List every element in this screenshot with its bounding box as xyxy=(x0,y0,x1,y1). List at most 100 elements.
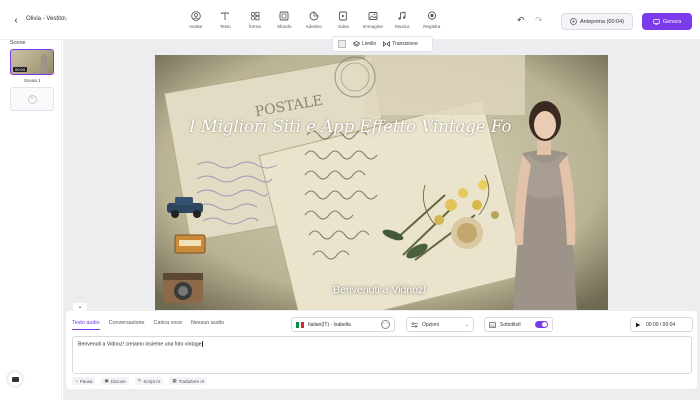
transition-label: Transizione xyxy=(392,41,418,47)
diction-label: Dizione xyxy=(110,378,126,384)
chevron-down-icon: ⌄ xyxy=(464,321,469,328)
undo-icon[interactable]: ↶ xyxy=(517,15,525,26)
layer-button[interactable]: Livello xyxy=(353,41,376,47)
scenes-title: Scene xyxy=(10,40,26,46)
text-cursor xyxy=(201,341,203,347)
tool-label: Testo xyxy=(219,24,231,29)
options-dropdown[interactable]: Opzioni ⌄ xyxy=(406,317,474,332)
play-circle-icon xyxy=(570,18,577,25)
color-swatch[interactable] xyxy=(338,40,346,48)
diction-button[interactable]: ▣ Dizione xyxy=(101,377,129,385)
layer-toolbar: Livello Transizione xyxy=(332,36,433,52)
tool-label: forma xyxy=(248,24,261,29)
subtitles-control: Sottotitoli xyxy=(484,317,553,332)
tool-image[interactable]: Immagine xyxy=(358,10,388,34)
audio-time: 00:00 / 00:04 xyxy=(646,321,676,328)
tab-conversation[interactable]: Conversazione xyxy=(109,320,145,330)
avatar-icon xyxy=(190,10,202,22)
play-icon xyxy=(635,322,641,327)
sliders-icon xyxy=(411,321,418,328)
ai-script-icon: ✎ xyxy=(137,378,142,383)
tool-text[interactable]: Testo xyxy=(211,10,241,34)
scene-thumbnail[interactable]: 00:04 xyxy=(10,49,54,75)
ai-translator-button[interactable]: ▦ Traduttore AI xyxy=(169,377,208,385)
chevron-down-icon: ⌄ xyxy=(77,304,83,310)
sticker-icon xyxy=(308,10,320,22)
tab-no-audio[interactable]: Nessun audio xyxy=(191,320,224,330)
vintage-background: POSTALE xyxy=(155,55,608,310)
ai-script-label: Script AI xyxy=(143,378,161,384)
tool-background[interactable]: Sfondo xyxy=(270,10,300,34)
script-textarea[interactable]: Benvenuti a Vidnoz! creiamo insieme una … xyxy=(72,336,692,374)
options-label: Opzioni xyxy=(422,321,439,328)
layers-icon xyxy=(353,41,360,47)
voice-label: Italian(IT) - Isabella xyxy=(308,321,351,328)
music-icon xyxy=(396,10,408,22)
video-canvas[interactable]: POSTALE I Migliori Siti e App Effetto Vi… xyxy=(155,55,608,310)
collapse-panel-button[interactable]: ⌄ xyxy=(73,303,87,311)
preview-label: Anteprima (00:04) xyxy=(579,18,625,25)
audio-tabs: Testo audio Conversazione Carica voce Ne… xyxy=(72,320,224,330)
audio-panel: Testo audio Conversazione Carica voce Ne… xyxy=(66,311,697,389)
generate-icon xyxy=(653,19,660,25)
tool-label: Immagine xyxy=(362,24,383,29)
tool-sticker[interactable]: Adesivo xyxy=(299,10,329,34)
tool-video[interactable]: Video xyxy=(329,10,359,34)
cassette-sticker xyxy=(174,234,206,254)
video-icon xyxy=(337,10,349,22)
generate-button[interactable]: Genera xyxy=(642,13,692,30)
project-name[interactable]: Olivia - Vestito xyxy=(26,16,64,22)
avatar-thumbnail xyxy=(41,54,47,74)
voice-select[interactable]: Italian(IT) - Isabella ⋯ xyxy=(291,317,395,332)
tool-label: Avatar xyxy=(189,24,203,29)
tool-recording[interactable]: Registra xyxy=(417,10,447,34)
pause-button[interactable]: ◔ Pausa xyxy=(72,377,96,385)
chat-icon[interactable] xyxy=(8,372,22,386)
layer-label: Livello xyxy=(362,41,377,47)
top-bar: ‹ Olivia - Vestito ✎ Avatar Testo forma … xyxy=(0,0,700,40)
tool-avatar[interactable]: Avatar xyxy=(181,10,211,34)
add-icon: + xyxy=(27,94,37,104)
transition-icon xyxy=(383,41,391,47)
shapes-icon xyxy=(249,10,261,22)
tool-label: Video xyxy=(337,24,350,29)
more-icon[interactable]: ⋯ xyxy=(381,320,390,329)
pause-icon: ◔ xyxy=(75,378,78,384)
generate-label: Genera xyxy=(662,18,682,25)
transition-button[interactable]: Transizione xyxy=(383,41,418,47)
translate-icon: ▦ xyxy=(172,378,177,383)
edit-icon[interactable]: ✎ xyxy=(62,15,68,23)
tool-label: Sfondo xyxy=(276,24,292,29)
video-title-overlay[interactable]: I Migliori Siti e App Effetto Vintage Fo xyxy=(189,117,569,136)
chevron-left-icon: ‹ xyxy=(14,14,18,26)
script-text: Benvenuti a Vidnoz! creiamo insieme una … xyxy=(78,341,202,348)
tool-label: Registra xyxy=(423,24,441,29)
subtitles-toggle[interactable] xyxy=(535,321,548,328)
tool-label: Adesivo xyxy=(305,24,322,29)
tab-text-audio[interactable]: Testo audio xyxy=(72,320,100,330)
scene-label: Scena 1 xyxy=(24,78,41,83)
subtitle-overlay[interactable]: Benvenuti a Vidnoz! xyxy=(333,284,426,296)
script-actions: ◔ Pausa ▣ Dizione ✎ Script AI ▦ Traduttore A… xyxy=(72,377,208,385)
subtitles-label: Sottotitoli xyxy=(500,321,521,328)
tool-label: Musica xyxy=(394,24,410,29)
subtitles-icon xyxy=(489,321,496,328)
image-icon xyxy=(367,10,379,22)
preview-button[interactable]: Anteprima (00:04) xyxy=(561,13,633,30)
vintage-camera-sticker xyxy=(163,273,203,303)
ai-translator-label: Traduttore AI xyxy=(178,378,205,384)
add-scene-button[interactable]: + xyxy=(10,87,54,111)
back-button[interactable]: ‹ xyxy=(10,14,22,26)
redo-icon[interactable]: ↷ xyxy=(535,15,543,26)
audio-play-control[interactable]: 00:00 / 00:04 xyxy=(630,317,693,332)
scenes-panel: Scene 00:04 Scena 1 + xyxy=(0,40,62,400)
tool-music[interactable]: Musica xyxy=(388,10,418,34)
toolbar: Avatar Testo forma Sfondo Adesivo Video … xyxy=(181,10,447,34)
tab-upload-voice[interactable]: Carica voce xyxy=(154,320,182,330)
text-icon xyxy=(219,10,231,22)
pause-label: Pausa xyxy=(79,378,93,384)
italy-flag-icon xyxy=(296,321,305,328)
ai-script-button[interactable]: ✎ Script AI xyxy=(134,377,164,385)
scene-duration: 00:04 xyxy=(13,67,28,72)
tool-shapes[interactable]: forma xyxy=(240,10,270,34)
